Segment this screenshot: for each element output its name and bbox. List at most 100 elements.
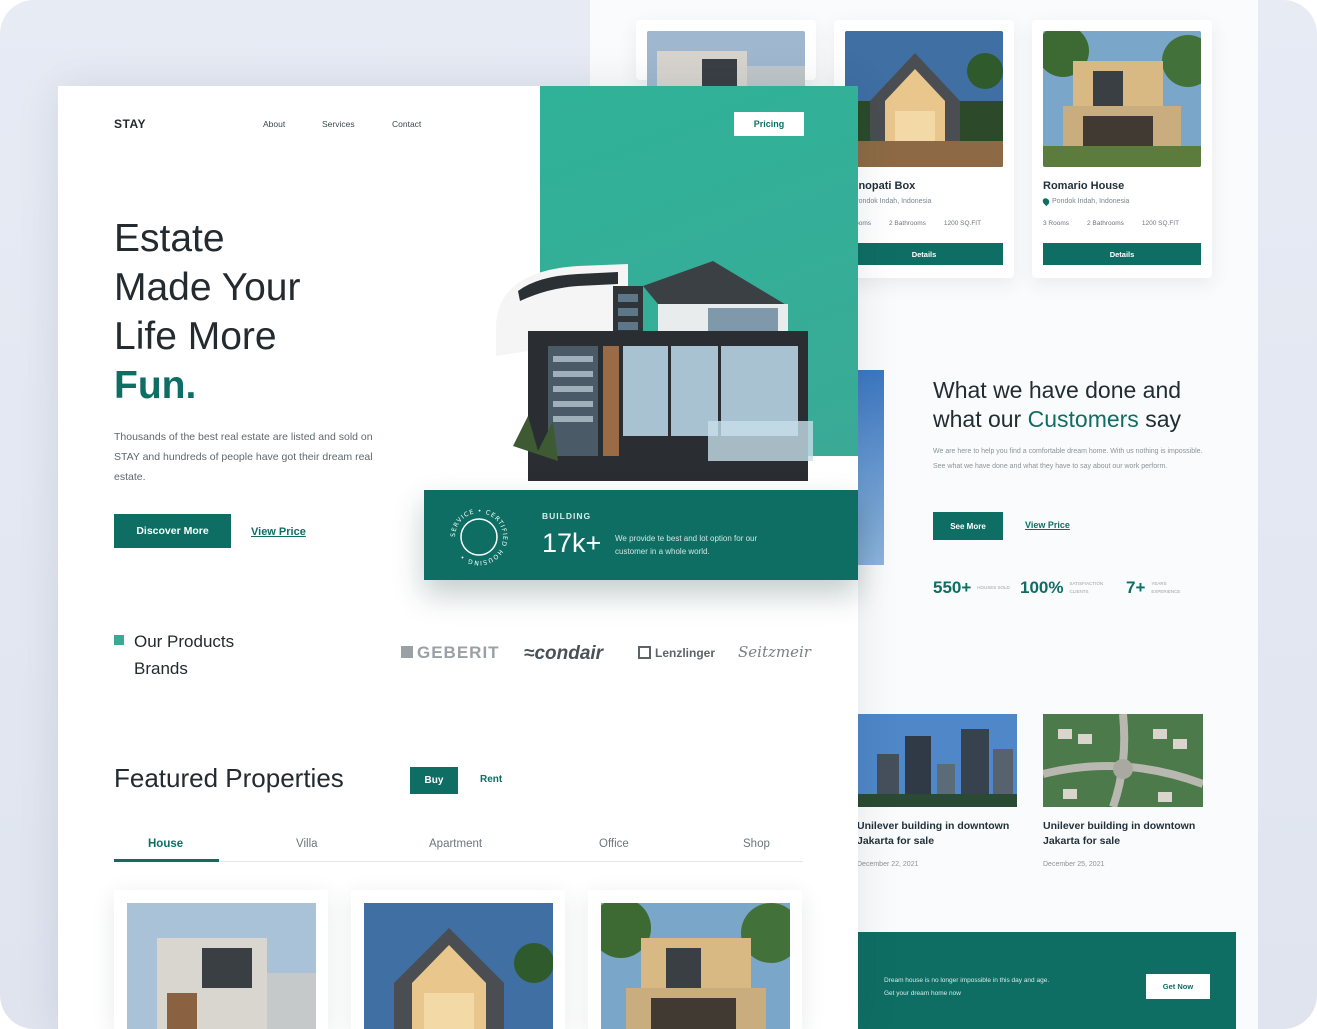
discover-more-button[interactable]: Discover More: [114, 514, 231, 548]
heading-text: what our: [933, 406, 1028, 432]
brand-logo-lenzlinger: Lenzlinger: [638, 646, 715, 660]
testimonials-heading: What we have done and what our Customers…: [933, 376, 1233, 434]
active-tab-indicator: [114, 859, 219, 862]
cta-line2: Get your dream home now: [884, 990, 961, 997]
stat-value: 7+: [1126, 578, 1146, 597]
property-image: [601, 903, 790, 1029]
property-baths: 2 Bathrooms: [1087, 220, 1124, 227]
condair-wave-icon: ≈: [524, 643, 535, 664]
view-price-link[interactable]: View Price: [1025, 520, 1070, 530]
location-pin-icon: [1041, 196, 1051, 207]
building-label: BUILDING: [542, 511, 592, 521]
front-page: STAY About Services Contact Pricing Esta…: [58, 86, 858, 1029]
stat-satisfaction: 100% Satisfiaction Clients: [1020, 578, 1109, 598]
brand-name: GEBERIT: [417, 643, 500, 662]
tab-apartment[interactable]: Apartment: [429, 838, 482, 850]
property-image: [647, 31, 805, 91]
news-date: December 25, 2021: [1043, 861, 1105, 868]
building-count: 17k+: [542, 528, 602, 558]
property-baths: 2 Bathrooms: [889, 220, 926, 227]
certified-badge-icon: SERVICE • CERTIFIED HOUSING •: [450, 508, 508, 566]
hero-title-line: Made Your: [114, 266, 301, 309]
tab-house[interactable]: House: [148, 838, 183, 850]
tab-villa[interactable]: Villa: [296, 838, 318, 850]
news-date: December 22, 2021: [857, 861, 919, 868]
details-button[interactable]: Details: [845, 243, 1003, 265]
stat-value: 550+: [933, 578, 972, 597]
tab-office[interactable]: Office: [599, 838, 629, 850]
property-specs: 3 Rooms 2 Bathrooms 1200 SQ.FIT: [1043, 220, 1179, 227]
rent-toggle[interactable]: Rent: [480, 774, 502, 785]
property-location-text: Pondok Indah, Indonesia: [1052, 198, 1130, 205]
get-now-button[interactable]: Get Now: [1146, 974, 1210, 999]
property-title: Romario House: [1043, 180, 1125, 192]
view-price-link[interactable]: View Price: [251, 526, 306, 538]
bullet-square-icon: [114, 635, 124, 645]
hero-house-image: [458, 246, 858, 496]
brand-logo-geberit: GEBERIT: [401, 643, 500, 663]
cta-banner: Dream house is no longer impossible in t…: [858, 932, 1236, 1029]
property-area: 1200 SQ.FIT: [943, 220, 982, 227]
property-card[interactable]: Romario House Pondok Indah, Indonesia 3 …: [1032, 20, 1212, 278]
featured-property-card[interactable]: [114, 890, 328, 1029]
building-stats-bar: SERVICE • CERTIFIED HOUSING • BUILDING 1…: [424, 490, 858, 580]
canvas-background: Senopati Box Pondok Indah, Indonesia 3 R…: [0, 0, 1317, 1029]
stat-label: Satisfiaction Clients: [1069, 581, 1104, 594]
news-image: [857, 714, 1017, 807]
property-image: [127, 903, 316, 1029]
property-image: [1043, 31, 1201, 167]
brand-logo-seitzmeir: Seitzmeir: [738, 643, 811, 661]
lenzlinger-box-icon: [638, 646, 651, 659]
building-description: We provide te best and lot option for ou…: [615, 534, 758, 556]
nav-about[interactable]: About: [263, 119, 285, 129]
buy-toggle[interactable]: Buy: [410, 767, 458, 794]
hero-title-line: Life More: [114, 315, 277, 358]
nav-contact[interactable]: Contact: [392, 119, 421, 129]
featured-property-card[interactable]: [351, 890, 565, 1029]
property-image: [845, 31, 1003, 167]
geberit-square-icon: [401, 646, 413, 658]
property-location: Pondok Indah, Indonesia: [1041, 196, 1130, 207]
svg-text:SERVICE • CERTIFIED HOUSING •: SERVICE • CERTIFIED HOUSING •: [450, 508, 508, 566]
cta-text: Dream house is no longer impossible in t…: [884, 974, 1049, 1000]
heading-text: say: [1138, 406, 1181, 432]
property-card[interactable]: Senopati Box Pondok Indah, Indonesia 3 R…: [834, 20, 1014, 278]
brand-name: Lenzlinger: [655, 646, 716, 660]
hero-description: Thousands of the best real estate are li…: [114, 431, 373, 483]
testimonials-description: We are here to help you find a comfortab…: [933, 448, 1203, 470]
nav-services[interactable]: Services: [322, 119, 355, 129]
tab-shop[interactable]: Shop: [743, 838, 770, 850]
testimonials-heading-line2: what our Customers say: [933, 405, 1233, 434]
cta-line1: Dream house is no longer impossible in t…: [884, 977, 1050, 984]
property-location-text: Pondok Indah, Indonesia: [854, 198, 932, 205]
property-area: 1200 SQ.FIT: [1141, 220, 1180, 227]
products-heading-text: Our Products Brands: [134, 628, 294, 682]
testimonials-heading-line1: What we have done and: [933, 377, 1182, 403]
stat-label: Houses Sold: [977, 585, 1010, 590]
property-type-tabs: House Villa Apartment Office Shop: [114, 836, 803, 862]
news-title: Unilever building in downtown Jakarta fo…: [857, 820, 1010, 847]
property-specs: 3 Rooms 2 Bathrooms 1200 SQ.FIT: [845, 220, 981, 227]
products-heading-line1: Our Products: [134, 632, 235, 651]
news-image: [1043, 714, 1203, 807]
brand-logo-condair: ≈condair: [524, 643, 603, 665]
see-more-button[interactable]: See More: [933, 512, 1003, 540]
news-title: Unilever building in downtown Jakarta fo…: [1043, 820, 1196, 847]
products-heading-line2: Brands: [134, 659, 188, 678]
featured-property-card[interactable]: [588, 890, 802, 1029]
details-button[interactable]: Details: [1043, 243, 1201, 265]
pricing-button[interactable]: Pricing: [734, 112, 804, 136]
hero-title-line: Estate: [114, 217, 225, 260]
stat-label: Years Experience: [1151, 581, 1181, 594]
heading-highlight: Customers: [1027, 406, 1139, 432]
brand-logo[interactable]: STAY: [114, 117, 146, 131]
hero-title-highlight: Fun.: [114, 364, 197, 407]
stat-value: 100%: [1020, 578, 1064, 597]
hero-title: Estate Made Your Life More Fun.: [114, 214, 301, 410]
property-rooms: 3 Rooms: [1043, 220, 1070, 227]
property-image: [364, 903, 553, 1029]
news-card[interactable]: Unilever building in downtown Jakarta fo…: [857, 714, 1017, 868]
property-card-partial[interactable]: [636, 20, 816, 91]
news-card[interactable]: Unilever building in downtown Jakarta fo…: [1043, 714, 1203, 868]
brand-name: condair: [534, 643, 604, 664]
